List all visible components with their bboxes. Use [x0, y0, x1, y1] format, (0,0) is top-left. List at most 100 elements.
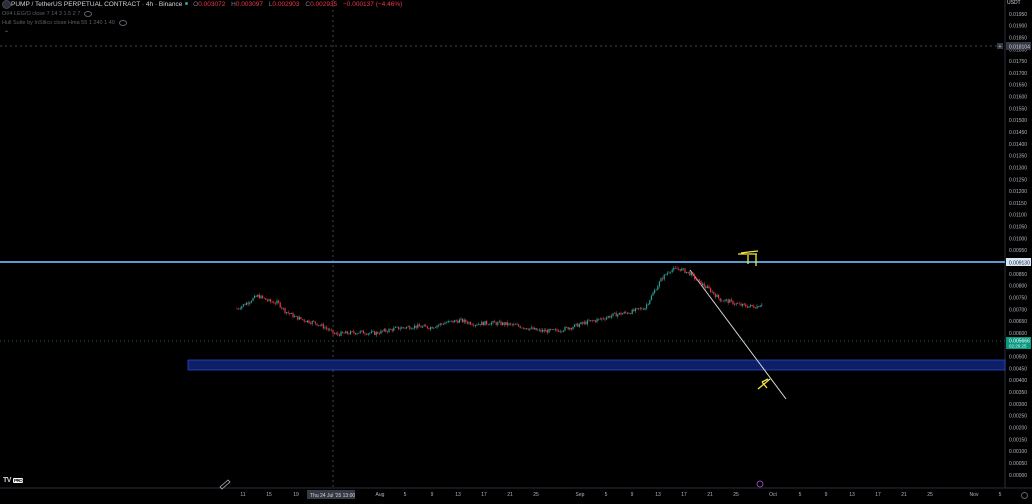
candle-body — [282, 308, 284, 309]
candle-body — [657, 286, 659, 290]
goto-realtime-icon[interactable] — [756, 480, 764, 488]
time-tick-label: Aug — [376, 492, 385, 498]
candle-body — [545, 330, 547, 332]
candle-body — [732, 300, 734, 305]
candle-body — [406, 326, 408, 329]
candle-body — [294, 316, 296, 318]
candle-body — [590, 320, 592, 322]
candle-body — [401, 327, 403, 329]
candle-body — [649, 300, 651, 304]
indicator-legend-2[interactable]: Hull Suite by InSilico close Hma 55 1 24… — [2, 19, 127, 27]
candle-body — [706, 286, 708, 288]
symbol-header[interactable]: PUMP / TetherUS PERPETUAL CONTRACT · 4h … — [11, 0, 402, 10]
candle-body — [433, 327, 435, 329]
price-tick-label: 0.00350 — [1009, 390, 1027, 396]
candle-body — [655, 289, 657, 291]
candle-body — [470, 322, 472, 325]
candle-body — [575, 323, 577, 325]
candle-body — [252, 298, 254, 302]
candle-body — [666, 273, 668, 275]
support-zone[interactable] — [187, 359, 1006, 371]
candle-body — [244, 304, 246, 306]
descending-trendline[interactable] — [689, 269, 787, 400]
candle-body — [572, 327, 574, 330]
candle-body — [396, 326, 398, 328]
candle-body — [460, 318, 462, 320]
candle-body — [639, 308, 641, 309]
candle-body — [420, 326, 422, 328]
candle-body — [471, 324, 473, 326]
candle-body — [738, 303, 740, 305]
candle-body — [599, 318, 601, 320]
candle-body — [676, 268, 678, 270]
price-tick-label: 0.01950 — [1009, 12, 1027, 18]
currency-label[interactable]: USDT — [1007, 0, 1021, 6]
price-tick-label: 0.00500 — [1009, 355, 1027, 361]
candle-body — [713, 291, 715, 295]
candle-body — [430, 327, 432, 330]
candle-body — [500, 321, 502, 325]
candle-body — [385, 329, 387, 332]
candle-body — [388, 329, 390, 332]
candle-body — [620, 312, 622, 315]
symbol-title[interactable]: PUMP / TetherUS PERPETUAL CONTRACT · 4h … — [11, 1, 182, 8]
time-tick-label: Oct — [769, 492, 777, 498]
candle-body — [598, 318, 600, 320]
time-tick-label: 25 — [927, 492, 933, 498]
candle-body — [617, 314, 619, 317]
candle-body — [623, 312, 625, 314]
candle-body — [524, 328, 526, 329]
indicator-legend-1[interactable]: OI/4 LEG/O close 7 14 3 1.5 2 7 — [2, 10, 93, 18]
time-tick-label: 17 — [481, 492, 487, 498]
candle-body — [553, 329, 555, 330]
gear-icon[interactable] — [1021, 492, 1028, 499]
candle-body — [455, 320, 457, 322]
candle-body — [574, 324, 576, 328]
time-tick-label: 9 — [431, 492, 434, 498]
candle-body — [308, 320, 310, 323]
candle-body — [689, 271, 691, 276]
candle-body — [502, 322, 504, 325]
price-tick-label: 0.01200 — [1009, 189, 1027, 195]
chevron-up-icon[interactable]: ⌃ — [4, 30, 9, 37]
price-tick-label: 0.01250 — [1009, 177, 1027, 183]
crosshair-time-tag: Thu 24 Jul '25 13:00 — [307, 490, 355, 499]
candle-body — [311, 321, 313, 324]
eye-icon[interactable] — [84, 10, 93, 17]
candle-body — [321, 324, 323, 326]
price-tick-label: 0.01650 — [1009, 83, 1027, 89]
candle-body — [754, 307, 756, 309]
change-value: −0.000137 (−4.46%) — [343, 1, 403, 8]
price-axis[interactable]: 0.019500.019000.018500.018000.017500.017… — [1009, 12, 1027, 479]
price-chart[interactable]: 0.019500.019000.018500.018000.017500.017… — [0, 0, 1032, 504]
candle-body — [326, 327, 328, 329]
candle-body — [556, 329, 558, 331]
candle-body — [425, 325, 427, 327]
candle-body — [612, 313, 614, 316]
candle-body — [562, 330, 564, 332]
candle-body — [300, 317, 302, 320]
candle-body — [591, 320, 593, 322]
candle-body — [550, 328, 552, 330]
eye-icon[interactable] — [118, 19, 127, 26]
price-tick-label: 0.01550 — [1009, 106, 1027, 112]
candle-body — [596, 319, 598, 322]
candle-body — [394, 327, 396, 328]
candle-body — [330, 329, 332, 331]
candle-body — [236, 308, 238, 310]
candle-body — [735, 303, 737, 305]
candle-body — [454, 320, 456, 323]
chart-workspace[interactable]: 0.01950 0.01900 0.01850 0.01800 0.01750 0.017… — [0, 0, 1032, 504]
candle-body — [743, 303, 745, 305]
candle-body — [279, 302, 281, 308]
tradingview-logo[interactable]: TV PRO — [3, 477, 24, 484]
candle-body — [428, 328, 430, 330]
high-value: 0.003097 — [235, 1, 263, 8]
price-tick-label: 0.00750 — [1009, 295, 1027, 301]
candle-body — [286, 312, 288, 314]
candle-body — [378, 333, 380, 335]
candle-body — [268, 299, 270, 301]
candle-body — [314, 321, 316, 324]
time-tick-label: 25 — [733, 492, 739, 498]
price-tick-label: 0.00150 — [1009, 437, 1027, 443]
